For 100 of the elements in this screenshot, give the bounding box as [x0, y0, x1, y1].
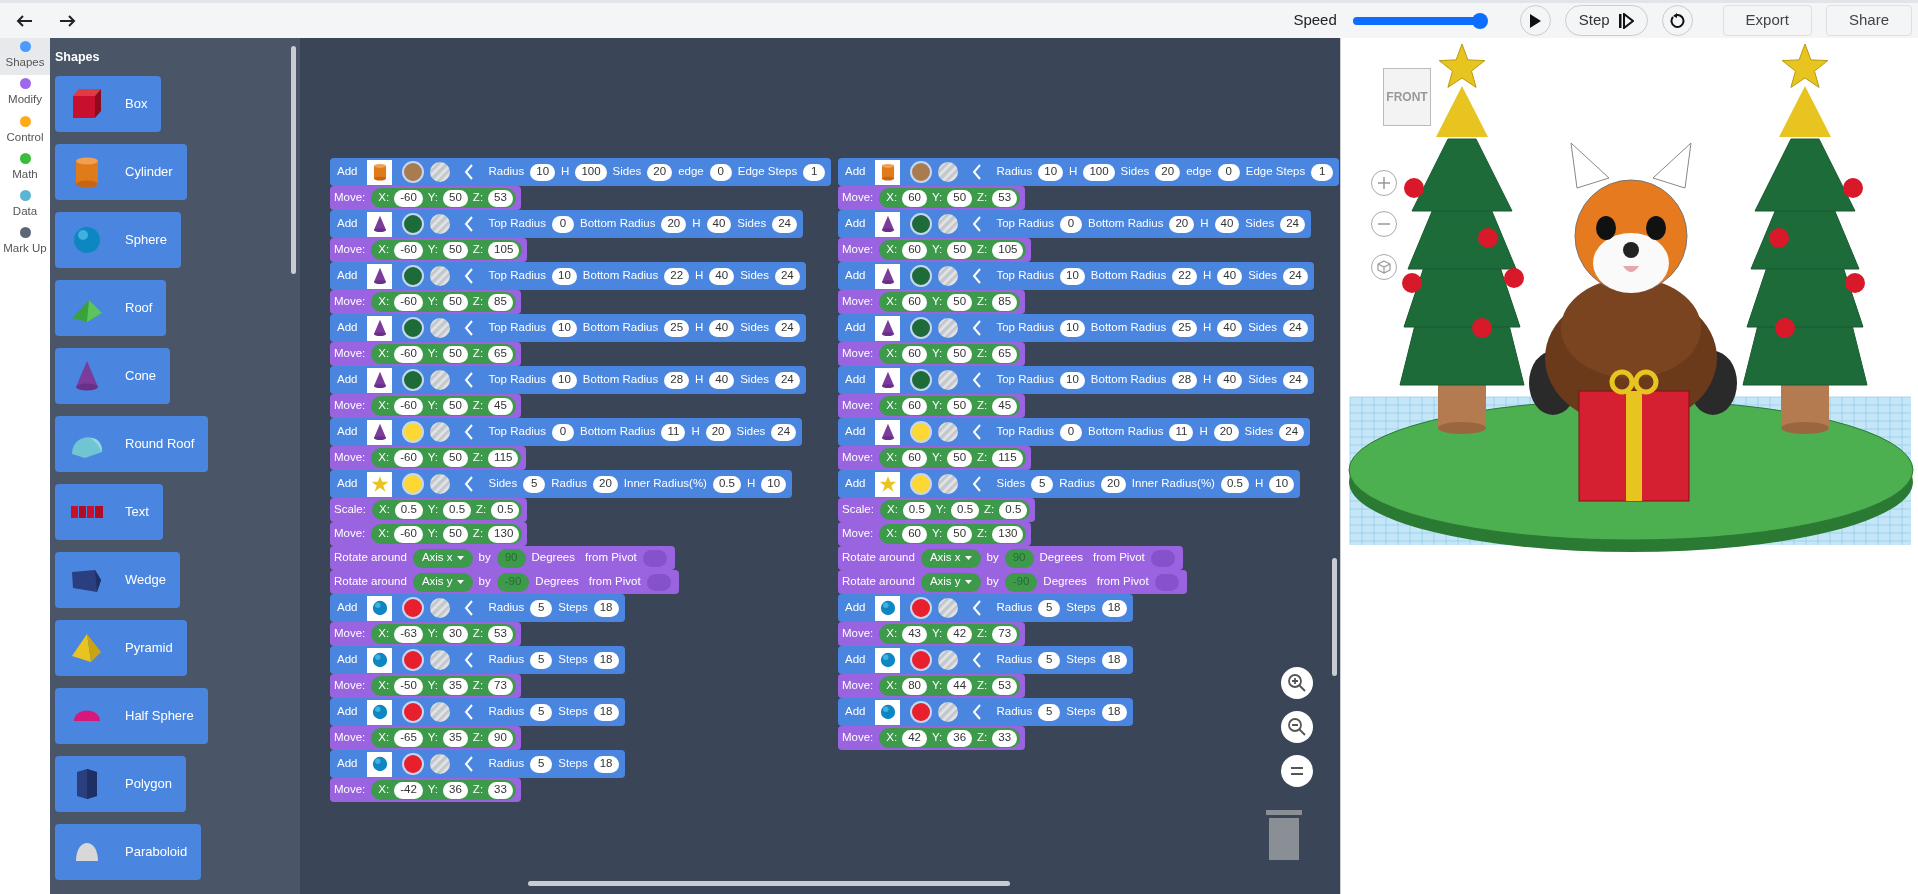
value-field[interactable]: 105	[992, 241, 1024, 259]
transform-block[interactable]: Move: X: 43 Y: 42 Z: 73	[838, 622, 1026, 646]
material-swatch[interactable]	[430, 266, 451, 286]
add-block[interactable]: Add Radius 10 H 100 Sides 20 edge 0 Edge Steps 1	[838, 158, 1340, 186]
value-field[interactable]: 40	[1217, 319, 1243, 337]
value-field[interactable]: 24	[774, 319, 800, 337]
transform-block[interactable]: Move: X: -60 Y: 50 Z: 53	[330, 186, 521, 210]
value-field[interactable]: 0.5	[491, 501, 520, 519]
transform-block[interactable]: Move: X: -60 Y: 50 Z: 45	[330, 394, 521, 418]
value-field[interactable]: 25	[664, 319, 690, 337]
value-field[interactable]: 50	[443, 397, 468, 415]
color-swatch[interactable]	[402, 597, 425, 619]
value-field[interactable]: 28	[1172, 371, 1198, 389]
value-field[interactable]: 0	[552, 215, 574, 233]
scrollbar-thumb[interactable]	[528, 881, 1010, 886]
value-field[interactable]: 90	[488, 729, 513, 747]
chevron-icon[interactable]	[972, 215, 983, 233]
value-field[interactable]: 10	[1060, 267, 1085, 285]
transform-block[interactable]: Move: X: 60 Y: 50 Z: 45	[838, 394, 1026, 418]
value-field[interactable]: 0	[1060, 215, 1082, 233]
material-swatch[interactable]	[430, 474, 451, 494]
category-tab[interactable]: Data	[0, 187, 50, 225]
value-field[interactable]: 5	[1031, 475, 1054, 493]
add-block[interactable]: Add Top Radius 0 Bottom Radius 11 H 20 Sides 24	[838, 418, 1311, 446]
chevron-icon[interactable]	[464, 755, 475, 773]
shape-thumbnail[interactable]	[367, 211, 393, 237]
transform-block[interactable]: Move: X: 60 Y: 50 Z: 130	[838, 522, 1032, 546]
value-field[interactable]: 60	[902, 525, 927, 543]
value-field[interactable]: 53	[488, 189, 513, 207]
value-field[interactable]: -42	[394, 781, 423, 799]
value-field[interactable]: 10	[552, 371, 577, 389]
value-field[interactable]: 10	[552, 319, 577, 337]
zoom-out-button[interactable]	[1281, 711, 1313, 743]
material-swatch[interactable]	[938, 650, 959, 670]
value-field[interactable]: 5	[1038, 651, 1061, 669]
scrollbar-thumb[interactable]	[291, 46, 296, 274]
value-field[interactable]: 115	[488, 449, 519, 467]
value-field[interactable]: 5	[1038, 703, 1061, 721]
value-field[interactable]: 0	[552, 423, 574, 441]
value-field[interactable]: 10	[552, 267, 577, 285]
color-swatch[interactable]	[402, 265, 425, 287]
shape-thumbnail[interactable]	[875, 595, 901, 621]
material-swatch[interactable]	[430, 214, 451, 234]
chevron-icon[interactable]	[972, 319, 983, 337]
value-field[interactable]: 20	[1169, 215, 1195, 233]
value-field[interactable]: 50	[947, 525, 973, 543]
value-field[interactable]: 22	[664, 267, 690, 285]
value-field[interactable]: 24	[774, 371, 800, 389]
value-field[interactable]: 22	[1172, 267, 1198, 285]
value-field[interactable]: 100	[575, 163, 607, 181]
value-field[interactable]: 18	[593, 599, 619, 617]
transform-block[interactable]: Move: X: -60 Y: 50 Z: 65	[330, 342, 521, 366]
shape-thumbnail[interactable]	[367, 751, 393, 777]
color-swatch[interactable]	[402, 473, 425, 495]
color-swatch[interactable]	[910, 369, 933, 391]
scrollbar-thumb[interactable]	[1332, 558, 1337, 676]
material-swatch[interactable]	[430, 422, 451, 442]
shape-thumbnail[interactable]	[875, 159, 901, 185]
transform-block[interactable]: Move: X: -65 Y: 35 Z: 90	[330, 726, 521, 750]
chevron-icon[interactable]	[464, 371, 475, 389]
value-field[interactable]: 53	[992, 677, 1018, 695]
value-field[interactable]: 20	[1213, 423, 1239, 441]
value-field[interactable]: -65	[394, 729, 423, 747]
value-field[interactable]: 50	[947, 397, 973, 415]
value-field[interactable]: 24	[772, 215, 797, 233]
transform-block[interactable]: Move: X: -60 Y: 50 Z: 105	[330, 238, 528, 262]
value-field[interactable]: 10	[1038, 163, 1064, 181]
reset-zoom-button[interactable]	[1281, 755, 1313, 787]
value-field[interactable]: 105	[488, 241, 520, 259]
value-field[interactable]: 18	[1101, 703, 1127, 721]
value-field[interactable]: 18	[593, 703, 619, 721]
chevron-icon[interactable]	[464, 163, 475, 181]
value-field[interactable]: 40	[1217, 371, 1243, 389]
value-field[interactable]: 25	[1172, 319, 1198, 337]
value-field[interactable]: 24	[1282, 267, 1308, 285]
value-field[interactable]: 65	[992, 345, 1018, 363]
transform-block[interactable]: Move: X: 42 Y: 36 Z: 33	[838, 726, 1026, 750]
value-field[interactable]: 1	[1311, 163, 1334, 181]
shape-thumbnail[interactable]	[875, 315, 901, 341]
add-block[interactable]: Add Radius 5 Steps 18	[330, 698, 625, 726]
color-swatch[interactable]	[910, 265, 933, 287]
shape-thumbnail[interactable]	[875, 699, 901, 725]
value-field[interactable]: 50	[443, 189, 468, 207]
transform-block[interactable]: Move: X: 60 Y: 50 Z: 105	[838, 238, 1032, 262]
chevron-icon[interactable]	[972, 163, 983, 181]
value-field[interactable]: 60	[902, 397, 927, 415]
material-swatch[interactable]	[938, 474, 959, 494]
shape-thumbnail[interactable]	[875, 419, 901, 445]
value-field[interactable]: 35	[443, 677, 468, 695]
add-block[interactable]: Add Radius 5 Steps 18	[330, 750, 625, 778]
value-field[interactable]: 40	[1214, 215, 1240, 233]
value-field[interactable]: 18	[1101, 599, 1127, 617]
material-swatch[interactable]	[430, 162, 451, 182]
add-block[interactable]: Add Sides 5 Radius 20 Inner Radius(%) 0.5 H 10	[330, 470, 793, 498]
value-field[interactable]: 40	[709, 319, 735, 337]
shape-thumbnail[interactable]	[367, 471, 393, 497]
add-block[interactable]: Add Top Radius 10 Bottom Radius 25 H 40 Sides 24	[330, 314, 806, 342]
axis-dropdown[interactable]: Axis y	[920, 572, 981, 592]
value-field[interactable]: 80	[902, 677, 927, 695]
value-field[interactable]: -60	[394, 189, 423, 207]
